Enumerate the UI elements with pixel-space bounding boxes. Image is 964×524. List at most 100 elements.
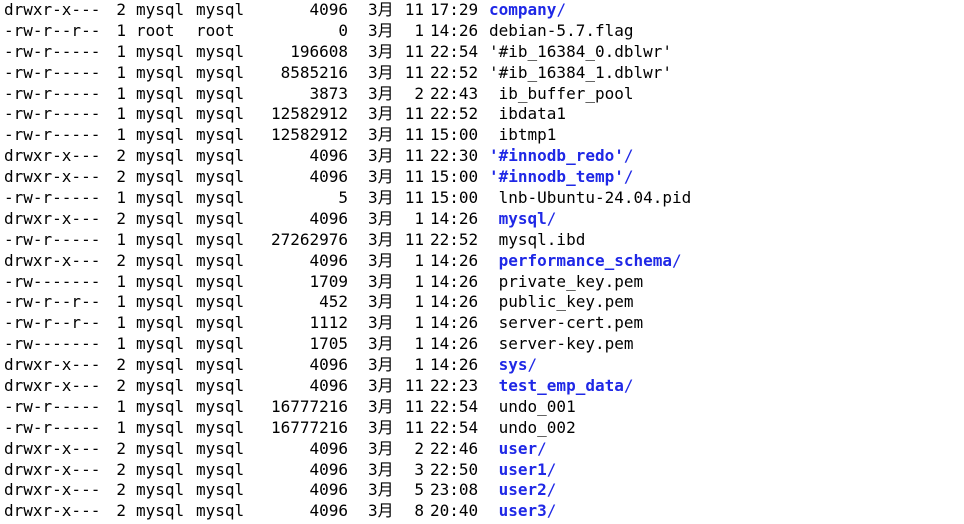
listing-row: -rw-r----- 1 mysql mysql 196608 3月 11 22:54 '#ib… xyxy=(4,42,960,63)
listing-links: 1 xyxy=(116,104,126,124)
listing-row: -rw-r----- 1 mysql mysql 16777216 3月 11 22:54 u… xyxy=(4,397,960,418)
listing-size: 27262976 xyxy=(270,229,348,249)
listing-links: 1 xyxy=(116,334,126,354)
listing-owner: mysql xyxy=(136,208,185,228)
listing-perms: -rw-r----- xyxy=(4,62,101,82)
listing-day: 1 xyxy=(414,292,424,312)
directory-suffix: / xyxy=(623,376,634,396)
listing-owner: mysql xyxy=(136,146,185,166)
directory-suffix: / xyxy=(537,438,547,458)
listing-links: 1 xyxy=(116,292,126,312)
listing-links: 2 xyxy=(116,0,126,19)
listing-owner: mysql xyxy=(136,480,185,500)
listing-size: 8585216 xyxy=(280,62,348,82)
listing-group: mysql xyxy=(196,104,245,124)
listing-time: 14:26 xyxy=(430,334,479,354)
listing-month: 3月 xyxy=(368,104,394,124)
listing-links: 2 xyxy=(116,501,126,521)
listing-owner: mysql xyxy=(136,501,185,521)
listing-month: 3月 xyxy=(368,0,394,19)
listing-day: 3 xyxy=(414,459,424,479)
listing-perms: drwxr-x--- xyxy=(4,0,101,19)
listing-day: 1 xyxy=(414,20,424,40)
directory-suffix: / xyxy=(546,208,557,228)
listing-perms: drwxr-x--- xyxy=(4,146,101,166)
listing-group: mysql xyxy=(196,313,245,333)
listing-day: 11 xyxy=(404,146,424,166)
listing-links: 2 xyxy=(116,208,126,228)
listing-day: 11 xyxy=(404,41,424,61)
listing-owner: mysql xyxy=(136,250,185,270)
listing-entry: company/ xyxy=(489,0,960,21)
directory-name: user2 xyxy=(489,480,547,500)
listing-size: 452 xyxy=(319,292,348,312)
listing-time: 14:26 xyxy=(430,313,479,333)
listing-day: 11 xyxy=(404,376,424,396)
listing-day: 11 xyxy=(404,396,424,416)
listing-size: 4096 xyxy=(309,355,348,375)
listing-entry: sys/ xyxy=(489,355,960,376)
listing-group: mysql xyxy=(196,376,245,396)
listing-size: 3873 xyxy=(309,83,348,103)
listing-group: mysql xyxy=(196,250,245,270)
listing-owner: mysql xyxy=(136,292,185,312)
listing-row: drwxr-x--- 2 mysql mysql 4096 3月 8 20:40 user3/ xyxy=(4,501,960,522)
listing-day: 11 xyxy=(404,167,424,187)
listing-perms: -rw------- xyxy=(4,334,101,354)
directory-suffix: / xyxy=(556,0,567,19)
listing-time: 14:26 xyxy=(430,292,479,312)
listing-entry: ibdata1 xyxy=(489,104,960,125)
listing-month: 3月 xyxy=(368,271,394,291)
listing-links: 2 xyxy=(116,376,126,396)
listing-entry: lnb-Ubuntu-24.04.pid xyxy=(489,188,960,209)
listing-entry: mysql.ibd xyxy=(489,230,960,251)
listing-group: root xyxy=(196,20,235,40)
listing-row: -rw-r----- 1 mysql mysql 12582912 3月 11 15:00 i… xyxy=(4,125,960,146)
listing-time: 17:29 xyxy=(430,0,479,19)
listing-entry: '#ib_16384_1.dblwr' xyxy=(489,63,960,84)
listing-day: 2 xyxy=(414,438,424,458)
listing-owner: mysql xyxy=(136,417,185,437)
listing-month: 3月 xyxy=(368,41,394,61)
listing-day: 1 xyxy=(414,334,424,354)
listing-owner: mysql xyxy=(136,271,185,291)
listing-time: 22:54 xyxy=(430,41,479,61)
listing-entry: '#innodb_temp'/ xyxy=(489,167,960,188)
file-name: public_key.pem xyxy=(489,292,634,312)
listing-day: 1 xyxy=(414,355,424,375)
listing-row: -rw-r----- 1 mysql mysql 8585216 3月 11 22:52 '#i… xyxy=(4,63,960,84)
listing-day: 1 xyxy=(414,271,424,291)
listing-size: 4096 xyxy=(309,501,348,521)
listing-entry: undo_002 xyxy=(489,418,960,439)
file-name: mysql.ibd xyxy=(489,229,586,249)
listing-group: mysql xyxy=(196,355,245,375)
listing-perms: drwxr-x--- xyxy=(4,208,101,228)
listing-links: 1 xyxy=(116,313,126,333)
listing-size: 16777216 xyxy=(270,417,348,437)
listing-perms: -rw-r----- xyxy=(4,417,101,437)
directory-name: '#innodb_redo' xyxy=(489,146,624,166)
file-name: debian-5.7.flag xyxy=(489,20,634,40)
listing-links: 2 xyxy=(116,167,126,187)
listing-month: 3月 xyxy=(368,83,394,103)
listing-time: 15:00 xyxy=(430,125,479,145)
listing-group: mysql xyxy=(196,83,245,103)
listing-perms: -rw-r----- xyxy=(4,41,101,61)
listing-links: 1 xyxy=(116,125,126,145)
listing-row: drwxr-x--- 2 mysql mysql 4096 3月 2 22:46 user/ xyxy=(4,439,960,460)
listing-entry: public_key.pem xyxy=(489,292,960,313)
listing-entry: server-key.pem xyxy=(489,334,960,355)
listing-month: 3月 xyxy=(368,480,394,500)
listing-row: -rw-r--r-- 1 mysql mysql 452 3月 1 14:26 public_… xyxy=(4,292,960,313)
directory-name: user3 xyxy=(489,501,547,521)
listing-month: 3月 xyxy=(368,396,394,416)
listing-owner: mysql xyxy=(136,459,185,479)
listing-month: 3月 xyxy=(368,334,394,354)
file-name: server-cert.pem xyxy=(489,313,644,333)
listing-perms: drwxr-x--- xyxy=(4,250,101,270)
listing-group: mysql xyxy=(196,459,245,479)
listing-month: 3月 xyxy=(368,188,394,208)
directory-name: performance_schema xyxy=(489,250,673,270)
listing-row: drwxr-x--- 2 mysql mysql 4096 3月 11 17:29 compan… xyxy=(4,0,960,21)
listing-row: -rw-r----- 1 mysql mysql 27262976 3月 11 22:52 m… xyxy=(4,230,960,251)
